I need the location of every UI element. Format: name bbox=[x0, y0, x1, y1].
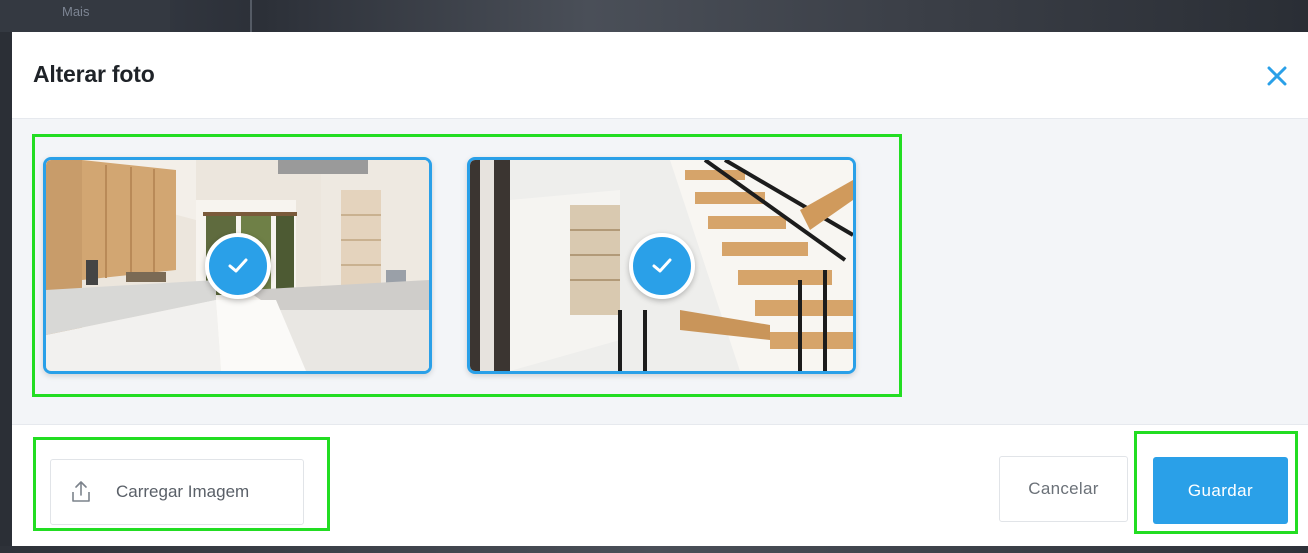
close-button[interactable] bbox=[1262, 61, 1292, 91]
upload-image-button[interactable]: Carregar Imagem bbox=[50, 459, 304, 525]
cancel-button[interactable]: Cancelar bbox=[999, 456, 1128, 522]
photo-thumbnail-kitchen[interactable] bbox=[43, 157, 432, 374]
save-button[interactable]: Guardar bbox=[1153, 457, 1288, 524]
upload-icon bbox=[68, 478, 96, 506]
background-divider bbox=[250, 0, 252, 32]
check-icon bbox=[228, 258, 247, 272]
save-highlight: Guardar bbox=[1134, 431, 1298, 534]
dialog-body bbox=[12, 119, 1308, 425]
upload-highlight: Carregar Imagem bbox=[33, 437, 330, 531]
background-app: Mais bbox=[0, 0, 1308, 32]
photo-gallery bbox=[32, 134, 902, 397]
upload-image-label: Carregar Imagem bbox=[116, 482, 250, 501]
photo-thumbnail-staircase[interactable] bbox=[467, 157, 856, 374]
dialog-title: Alterar foto bbox=[33, 61, 155, 87]
selected-check-badge bbox=[204, 232, 271, 299]
background-app-bottom bbox=[0, 546, 1308, 553]
change-photo-dialog: Alterar foto Carregar Imagem Cancelar Gu… bbox=[12, 32, 1308, 546]
check-icon bbox=[652, 258, 671, 272]
dialog-header: Alterar foto bbox=[12, 32, 1308, 119]
selected-check-badge bbox=[628, 232, 695, 299]
dialog-footer: Carregar Imagem Cancelar Guardar bbox=[12, 425, 1308, 546]
close-icon bbox=[1267, 66, 1287, 86]
background-menu-item: Mais bbox=[62, 4, 90, 19]
